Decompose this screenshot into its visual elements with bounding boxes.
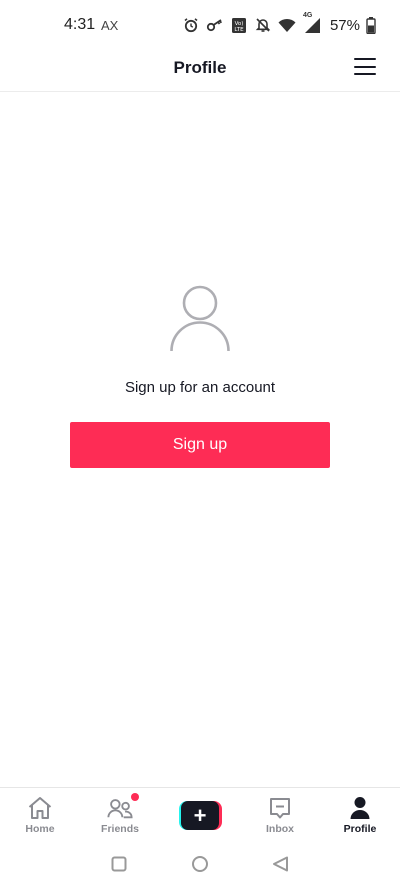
battery-icon <box>366 16 376 34</box>
back-icon[interactable] <box>272 856 290 879</box>
network-type: 4G <box>302 12 313 19</box>
signup-prompt-text: Sign up for an account <box>124 379 276 396</box>
home-circle-icon[interactable] <box>191 856 209 879</box>
tab-inbox-label: Inbox <box>266 823 294 835</box>
status-carrier: AX <box>101 18 119 33</box>
tab-profile-label: Profile <box>343 823 377 835</box>
tab-friends[interactable]: Friends <box>80 788 160 839</box>
status-bar: 4:31 AX Vo) LTE 4G 57% <box>0 0 400 48</box>
inbox-icon <box>267 795 293 821</box>
svg-text:LTE: LTE <box>234 27 244 33</box>
home-icon <box>27 795 53 821</box>
friends-icon <box>107 793 139 821</box>
key-icon <box>206 16 224 34</box>
bottom-tab-bar: Home Friends + Inbox Profile <box>0 787 400 839</box>
alarm-icon <box>182 16 200 34</box>
tab-home[interactable]: Home <box>0 788 80 839</box>
tab-friends-label: Friends <box>101 823 139 835</box>
hamburger-menu-icon[interactable] <box>354 56 378 78</box>
notifications-off-icon <box>254 16 272 34</box>
signal-icon: 4G <box>302 12 322 34</box>
signup-prompt-section: Sign up for an account Sign up <box>0 285 400 468</box>
tab-home-label: Home <box>25 823 55 835</box>
create-plus-icon: + <box>178 801 222 830</box>
profile-header: Profile <box>0 46 400 92</box>
volte-icon: Vo) LTE <box>230 16 248 34</box>
user-placeholder-icon <box>170 285 230 352</box>
page-title: Profile <box>173 58 227 77</box>
battery-percent: 57% <box>329 16 360 34</box>
wifi-icon <box>278 16 296 34</box>
system-nav-bar <box>0 839 400 889</box>
tab-profile[interactable]: Profile <box>320 788 400 839</box>
profile-icon <box>347 795 373 821</box>
signup-button[interactable]: Sign up <box>70 422 330 468</box>
notification-badge <box>131 793 139 801</box>
tab-inbox[interactable]: Inbox <box>240 788 320 839</box>
recents-icon[interactable] <box>111 856 127 877</box>
status-icons: Vo) LTE 4G 57% <box>182 12 376 36</box>
tab-create[interactable]: + <box>160 788 240 839</box>
status-time: 4:31 <box>64 16 96 33</box>
